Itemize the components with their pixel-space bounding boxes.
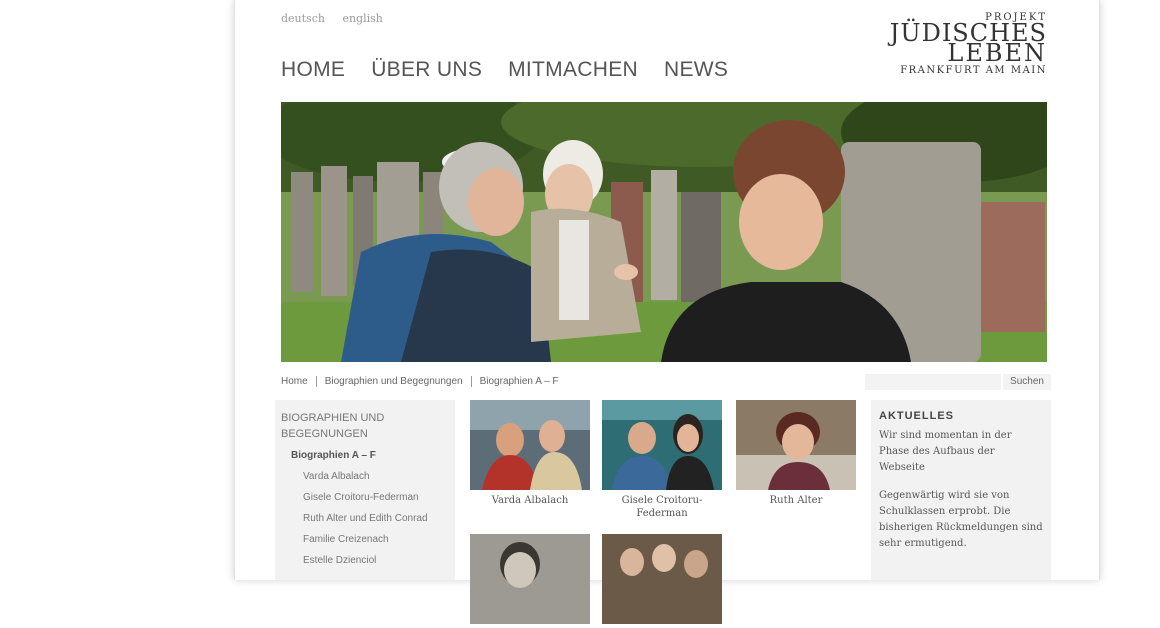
breadcrumb-home[interactable]: Home — [281, 376, 308, 387]
sidebar-item-estelle-dzienciol[interactable]: Estelle Dzienciol — [275, 551, 455, 572]
lang-deutsch-link[interactable]: deutsch — [281, 12, 325, 25]
bio-photo-ruth-alter[interactable] — [736, 400, 856, 490]
sidebar-item-gisele-croitoru-federman[interactable]: Gisele Croitoru-Federman — [275, 488, 455, 509]
bio-photo[interactable] — [602, 534, 722, 624]
news-text-2: Gegenwärtig wird sie von Schulklassen er… — [879, 490, 1043, 549]
bio-card[interactable]: Ruth Alter — [736, 400, 856, 507]
breadcrumb-separator — [315, 376, 317, 387]
nav-mitmachen[interactable]: MITMACHEN — [508, 58, 638, 82]
bio-name[interactable]: Varda Albalach — [470, 494, 590, 507]
news-panel: AKTUELLES Wir sind momentan in der Phase… — [871, 400, 1051, 580]
breadcrumb-biographien-a-f[interactable]: Biographien A – F — [480, 376, 559, 387]
bio-card[interactable]: Varda Albalach — [470, 400, 590, 507]
breadcrumb-biographien-begegnungen[interactable]: Biographien und Begegnungen — [325, 376, 463, 387]
sidebar-heading[interactable]: BIOGRAPHIEN UND BEGEGNUNGEN — [275, 400, 455, 446]
nav-news[interactable]: NEWS — [664, 58, 728, 82]
search-button[interactable]: Suchen — [1001, 374, 1051, 390]
page-container: deutsch english PROJEKT JÜDISCHES LEBEN … — [234, 0, 1100, 624]
logo-line-frankfurt: FRANKFURT AM MAIN — [900, 65, 1047, 76]
bio-photo-varda-albalach[interactable] — [470, 400, 590, 490]
bio-photo-illustration — [736, 400, 856, 490]
hero-photo-illustration — [281, 102, 1047, 362]
nav-home[interactable]: HOME — [281, 58, 345, 82]
sidebar-item-ruth-alter-edith-conrad[interactable]: Ruth Alter und Edith Conrad — [275, 509, 455, 530]
bio-photo-gisele-croitoru-federman[interactable] — [602, 400, 722, 490]
bio-photo-illustration — [602, 400, 722, 490]
sidebar: BIOGRAPHIEN UND BEGEGNUNGEN Biographien … — [275, 400, 455, 580]
bio-name[interactable]: Ruth Alter — [736, 494, 856, 507]
bio-card[interactable]: Gisele Croitoru-Federman — [602, 400, 722, 520]
bio-photo-illustration — [470, 534, 590, 624]
main-nav: HOME ÜBER UNS MITMACHEN NEWS — [281, 58, 728, 82]
search-input[interactable] — [865, 374, 1001, 390]
hero-photo — [281, 102, 1047, 362]
bio-photo-illustration — [602, 534, 722, 624]
bio-name[interactable]: Gisele Croitoru-Federman — [602, 494, 722, 520]
nav-ueber-uns[interactable]: ÜBER UNS — [371, 58, 482, 82]
news-text-1: Wir sind momentan in der Phase des Aufba… — [879, 430, 1012, 473]
breadcrumb-separator — [470, 376, 472, 387]
bio-photo-illustration — [470, 400, 590, 490]
bio-card[interactable] — [470, 534, 590, 628]
site-logo[interactable]: PROJEKT JÜDISCHES LEBEN FRANKFURT AM MAI… — [890, 12, 1047, 76]
breadcrumb: Home Biographien und Begegnungen Biograp… — [281, 376, 559, 387]
lang-english-link[interactable]: english — [342, 12, 382, 25]
language-switch: deutsch english — [281, 12, 397, 25]
search-box: Suchen — [865, 374, 1051, 390]
sidebar-item-varda-albalach[interactable]: Varda Albalach — [275, 467, 455, 488]
sidebar-item-familie-creizenach[interactable]: Familie Creizenach — [275, 530, 455, 551]
bio-photo[interactable] — [470, 534, 590, 624]
bio-card[interactable] — [602, 534, 722, 628]
sidebar-item-biographien-a-f[interactable]: Biographien A – F — [275, 446, 455, 467]
news-title: AKTUELLES — [879, 410, 954, 422]
